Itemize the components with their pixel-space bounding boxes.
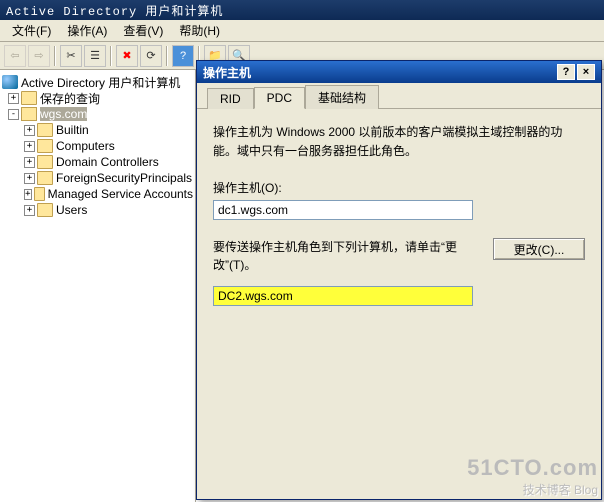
back-button[interactable]: ⇦ (4, 45, 26, 67)
tree-node-label: Builtin (56, 123, 89, 137)
tree-domain[interactable]: - wgs.com (2, 106, 193, 122)
window-titlebar: Active Directory 用户和计算机 (0, 0, 604, 20)
tree-node-foreignsecurityprincipals[interactable]: + ForeignSecurityPrincipals (2, 170, 193, 186)
tree-node-users[interactable]: + Users (2, 202, 193, 218)
menu-help[interactable]: 帮助(H) (171, 20, 228, 41)
tree-node-label: Computers (56, 139, 115, 153)
expand-icon[interactable]: + (24, 157, 35, 168)
window-title: Active Directory 用户和计算机 (6, 2, 223, 19)
expand-icon[interactable]: + (24, 125, 35, 136)
current-master-field (213, 200, 473, 220)
tree-node-builtin[interactable]: + Builtin (2, 122, 193, 138)
delete-button[interactable]: ✖ (116, 45, 138, 67)
tab-pdc[interactable]: PDC (254, 87, 305, 109)
dialog-body: 操作主机为 Windows 2000 以前版本的客户端模拟主域控制器的功能。域中… (197, 109, 601, 499)
tree-node-computers[interactable]: + Computers (2, 138, 193, 154)
help-button[interactable]: ? (172, 45, 194, 67)
menu-action[interactable]: 操作(A) (59, 20, 115, 41)
folder-icon (21, 91, 37, 105)
tab-infrastructure[interactable]: 基础结构 (305, 85, 379, 109)
dialog-titlebar: 操作主机 ? × (197, 61, 601, 83)
transfer-instruction: 要传送操作主机角色到下列计算机，请单击“更改”(T)。 (213, 238, 473, 274)
refresh-button[interactable]: ⟳ (140, 45, 162, 67)
expand-icon[interactable]: + (8, 93, 19, 104)
tree-node-label: Managed Service Accounts (48, 187, 193, 201)
tree-node-label: Domain Controllers (56, 155, 159, 169)
folder-icon (37, 155, 53, 169)
pdc-description: 操作主机为 Windows 2000 以前版本的客户端模拟主域控制器的功能。域中… (213, 123, 585, 161)
menu-file[interactable]: 文件(F) (4, 20, 59, 41)
change-button[interactable]: 更改(C)... (493, 238, 585, 260)
properties-button[interactable]: ☰ (84, 45, 106, 67)
tree-label: 保存的查询 (40, 90, 100, 107)
tree-node-managed-service-accounts[interactable]: + Managed Service Accounts (2, 186, 193, 202)
current-master-label: 操作主机(O): (213, 179, 585, 196)
dialog-close-button[interactable]: × (577, 64, 595, 80)
tree-node-label: Users (56, 203, 87, 217)
folder-icon (37, 171, 53, 185)
folder-icon (37, 123, 53, 137)
folder-icon (37, 139, 53, 153)
toolbar-separator (110, 46, 112, 66)
aduc-icon (2, 75, 18, 89)
tree-root[interactable]: Active Directory 用户和计算机 (2, 74, 193, 90)
expand-icon[interactable]: + (24, 205, 35, 216)
toolbar-separator (54, 46, 56, 66)
folder-icon (37, 203, 53, 217)
tree-domain-label: wgs.com (40, 107, 87, 121)
dialog-tabs: RID PDC 基础结构 (197, 83, 601, 109)
menubar: 文件(F) 操作(A) 查看(V) 帮助(H) (0, 20, 604, 42)
tree-node-label: ForeignSecurityPrincipals (56, 171, 192, 185)
tab-rid[interactable]: RID (207, 88, 254, 109)
dialog-title: 操作主机 (203, 64, 251, 81)
cut-button[interactable]: ✂ (60, 45, 82, 67)
folder-icon (34, 187, 45, 201)
tree-node-domain-controllers[interactable]: + Domain Controllers (2, 154, 193, 170)
toolbar-separator (166, 46, 168, 66)
dialog-help-button[interactable]: ? (557, 64, 575, 80)
expand-icon[interactable]: + (24, 189, 32, 200)
target-master-field (213, 286, 473, 306)
expand-icon[interactable]: + (24, 141, 35, 152)
tree-root-label: Active Directory 用户和计算机 (21, 74, 180, 91)
domain-icon (21, 107, 37, 121)
collapse-icon[interactable]: - (8, 109, 19, 120)
operations-master-dialog: 操作主机 ? × RID PDC 基础结构 操作主机为 Windows 2000… (196, 60, 602, 500)
expand-icon[interactable]: + (24, 173, 35, 184)
menu-view[interactable]: 查看(V) (115, 20, 171, 41)
tree-panel: Active Directory 用户和计算机 + 保存的查询 - wgs.co… (0, 70, 196, 502)
forward-button[interactable]: ⇨ (28, 45, 50, 67)
tree-saved-queries[interactable]: + 保存的查询 (2, 90, 193, 106)
